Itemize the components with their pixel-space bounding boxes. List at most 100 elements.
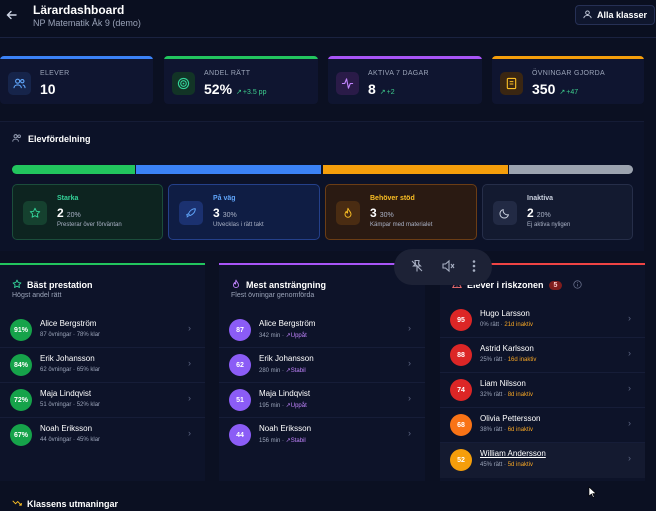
student-meta: 32% rätt · 8d inaktiv xyxy=(480,392,534,398)
risk-zone-panel: Elever i riskzonen 5 95 Hugo Larsson 0% … xyxy=(440,263,645,481)
rocket-icon xyxy=(179,201,203,225)
chevron-right-icon: › xyxy=(188,393,191,403)
student-name: Alice Bergström xyxy=(40,319,97,328)
stat-label: ELEVER xyxy=(40,70,70,77)
chevron-right-icon: › xyxy=(408,428,411,438)
student-name: Maja Lindqvist xyxy=(259,389,311,398)
list-item[interactable]: 88 Astrid Karlsson 25% rätt · 16d inakti… xyxy=(440,338,645,373)
back-arrow-icon[interactable] xyxy=(6,9,20,23)
class-filter-button[interactable]: Alla klasser xyxy=(575,5,655,25)
exercise-count-badge: 44 xyxy=(229,424,251,446)
info-icon[interactable] xyxy=(573,279,583,291)
chevron-right-icon: › xyxy=(408,393,411,403)
dist-card-strong[interactable]: Starka 2 20% Presterar över förväntan xyxy=(12,184,163,240)
dist-card-on-track[interactable]: På väg 3 30% Utvecklas i rätt takt xyxy=(168,184,320,240)
student-meta: 62 övningar · 65% klar xyxy=(40,367,101,373)
list-item[interactable]: 51 Maja Lindqvist 195 min · ↗Uppåt › xyxy=(219,383,425,418)
stat-accent-bar xyxy=(164,56,318,59)
list-item[interactable]: 95 Hugo Larsson 0% rätt · 21d inaktiv › xyxy=(440,303,645,338)
score-badge: 91% xyxy=(10,319,32,341)
risk-score-badge: 95 xyxy=(450,309,472,331)
stat-value: 10 xyxy=(40,81,56,97)
chevron-right-icon: › xyxy=(628,453,631,463)
chevron-right-icon: › xyxy=(628,383,631,393)
risk-count-badge: 5 xyxy=(548,280,563,290)
dist-card-count: 3 30% xyxy=(370,206,394,220)
distribution-segment-2 xyxy=(136,165,322,174)
moon-icon xyxy=(493,201,517,225)
list-item[interactable]: 68 Olivia Pettersson 38% rätt · 6d inakt… xyxy=(440,408,645,443)
more-options-icon[interactable] xyxy=(472,259,476,276)
student-name: Noah Eriksson xyxy=(40,424,93,433)
chevron-right-icon: › xyxy=(408,358,411,368)
stat-accent-bar xyxy=(0,56,153,59)
stat-accent-bar xyxy=(328,56,482,59)
student-name: Liam Nilsson xyxy=(480,379,526,388)
stat-label: ANDEL RÄTT xyxy=(204,70,251,77)
trend-down-icon xyxy=(12,498,22,510)
activity-icon xyxy=(336,72,359,95)
student-meta: 195 min · ↗Uppåt xyxy=(259,403,307,409)
student-meta: 0% rätt · 21d inaktiv xyxy=(480,322,534,328)
trend-up-icon: ↗ xyxy=(379,89,386,96)
list-item[interactable]: 72% Maja Lindqvist 51 övningar · 52% kla… xyxy=(0,383,205,418)
stat-label: AKTIVA 7 DAGAR xyxy=(368,70,429,77)
list-item[interactable]: 84% Erik Johansson 62 övningar · 65% kla… xyxy=(0,348,205,383)
student-name: Alice Bergström xyxy=(259,319,316,328)
dist-card-title: Starka xyxy=(57,195,79,202)
stat-delta: +47 xyxy=(566,89,579,96)
dist-card-count: 2 20% xyxy=(527,206,551,220)
users-icon xyxy=(583,9,592,21)
best-performance-subtitle: Högst andel rätt xyxy=(12,292,62,299)
score-badge: 72% xyxy=(10,389,32,411)
dist-card-desc: Ej aktiva nyligen xyxy=(527,222,571,228)
page-subtitle: NP Matematik Åk 9 (demo) xyxy=(33,18,141,28)
list-item[interactable]: 67% Noah Eriksson 44 övningar · 45% klar… xyxy=(0,418,205,453)
list-item[interactable]: 87 Alice Bergström 342 min · ↗Uppåt › xyxy=(219,313,425,348)
student-meta: 280 min · ↗Stabil xyxy=(259,368,306,374)
score-badge: 84% xyxy=(10,354,32,376)
student-name: Hugo Larsson xyxy=(480,309,530,318)
chevron-right-icon: › xyxy=(188,323,191,333)
stat-value: 52% ↗+3.5 pp xyxy=(204,81,267,97)
users-icon xyxy=(12,133,22,145)
dist-card-title: Inaktiva xyxy=(527,195,554,202)
list-item[interactable]: 52 William Andersson 45% rätt · 5d inakt… xyxy=(440,443,645,478)
risk-score-badge: 52 xyxy=(450,449,472,471)
floating-toolbar xyxy=(394,249,492,285)
student-name: William Andersson xyxy=(480,449,546,458)
chevron-right-icon: › xyxy=(188,428,191,438)
mouse-cursor-icon xyxy=(588,485,597,503)
stat-card-students: ELEVER 10 xyxy=(0,56,153,104)
list-item[interactable]: 44 Noah Eriksson 156 min · ↗Stabil › xyxy=(219,418,425,453)
distribution-segment-4 xyxy=(508,165,633,174)
exercise-count-badge: 51 xyxy=(229,389,251,411)
mute-icon[interactable] xyxy=(441,259,455,276)
trend-up-icon: ↗ xyxy=(236,89,242,96)
chevron-right-icon: › xyxy=(628,313,631,323)
risk-score-badge: 68 xyxy=(450,414,472,436)
dist-card-desc: Presterar över förväntan xyxy=(57,222,122,228)
dist-card-needs-support[interactable]: Behöver stöd 3 30% Kämpar med materialet xyxy=(325,184,477,240)
most-effort-panel: Mest ansträngning Flest övningar genomfö… xyxy=(219,263,425,481)
risk-score-badge: 74 xyxy=(450,379,472,401)
list-item[interactable]: 91% Alice Bergström 87 övningar · 78% kl… xyxy=(0,313,205,348)
student-name: Olivia Pettersson xyxy=(480,414,541,423)
dist-card-inactive[interactable]: Inaktiva 2 20% Ej aktiva nyligen xyxy=(482,184,633,240)
top-header: Lärardashboard NP Matematik Åk 9 (demo) … xyxy=(0,0,656,38)
dist-card-desc: Kämpar med materialet xyxy=(370,222,433,228)
list-item[interactable]: 74 Liam Nilsson 32% rätt · 8d inaktiv › xyxy=(440,373,645,408)
student-meta: 25% rätt · 16d inaktiv xyxy=(480,357,537,363)
trend-up-icon: ↗ xyxy=(559,89,566,96)
unpin-icon[interactable] xyxy=(410,259,424,276)
student-name: Noah Eriksson xyxy=(259,424,312,433)
stat-card-active-7-days: AKTIVA 7 DAGAR 8 ↗+2 xyxy=(328,56,482,104)
best-performance-title: Bäst prestation xyxy=(12,279,93,291)
student-meta: 45% rätt · 5d inaktiv xyxy=(480,462,534,468)
users-icon xyxy=(8,72,31,95)
flame-icon xyxy=(336,201,360,225)
student-meta: 87 övningar · 78% klar xyxy=(40,332,101,338)
list-item[interactable]: 62 Erik Johansson 280 min · ↗Stabil › xyxy=(219,348,425,383)
distribution-title: Elevfördelning xyxy=(12,133,91,145)
exercise-count-badge: 87 xyxy=(229,319,251,341)
